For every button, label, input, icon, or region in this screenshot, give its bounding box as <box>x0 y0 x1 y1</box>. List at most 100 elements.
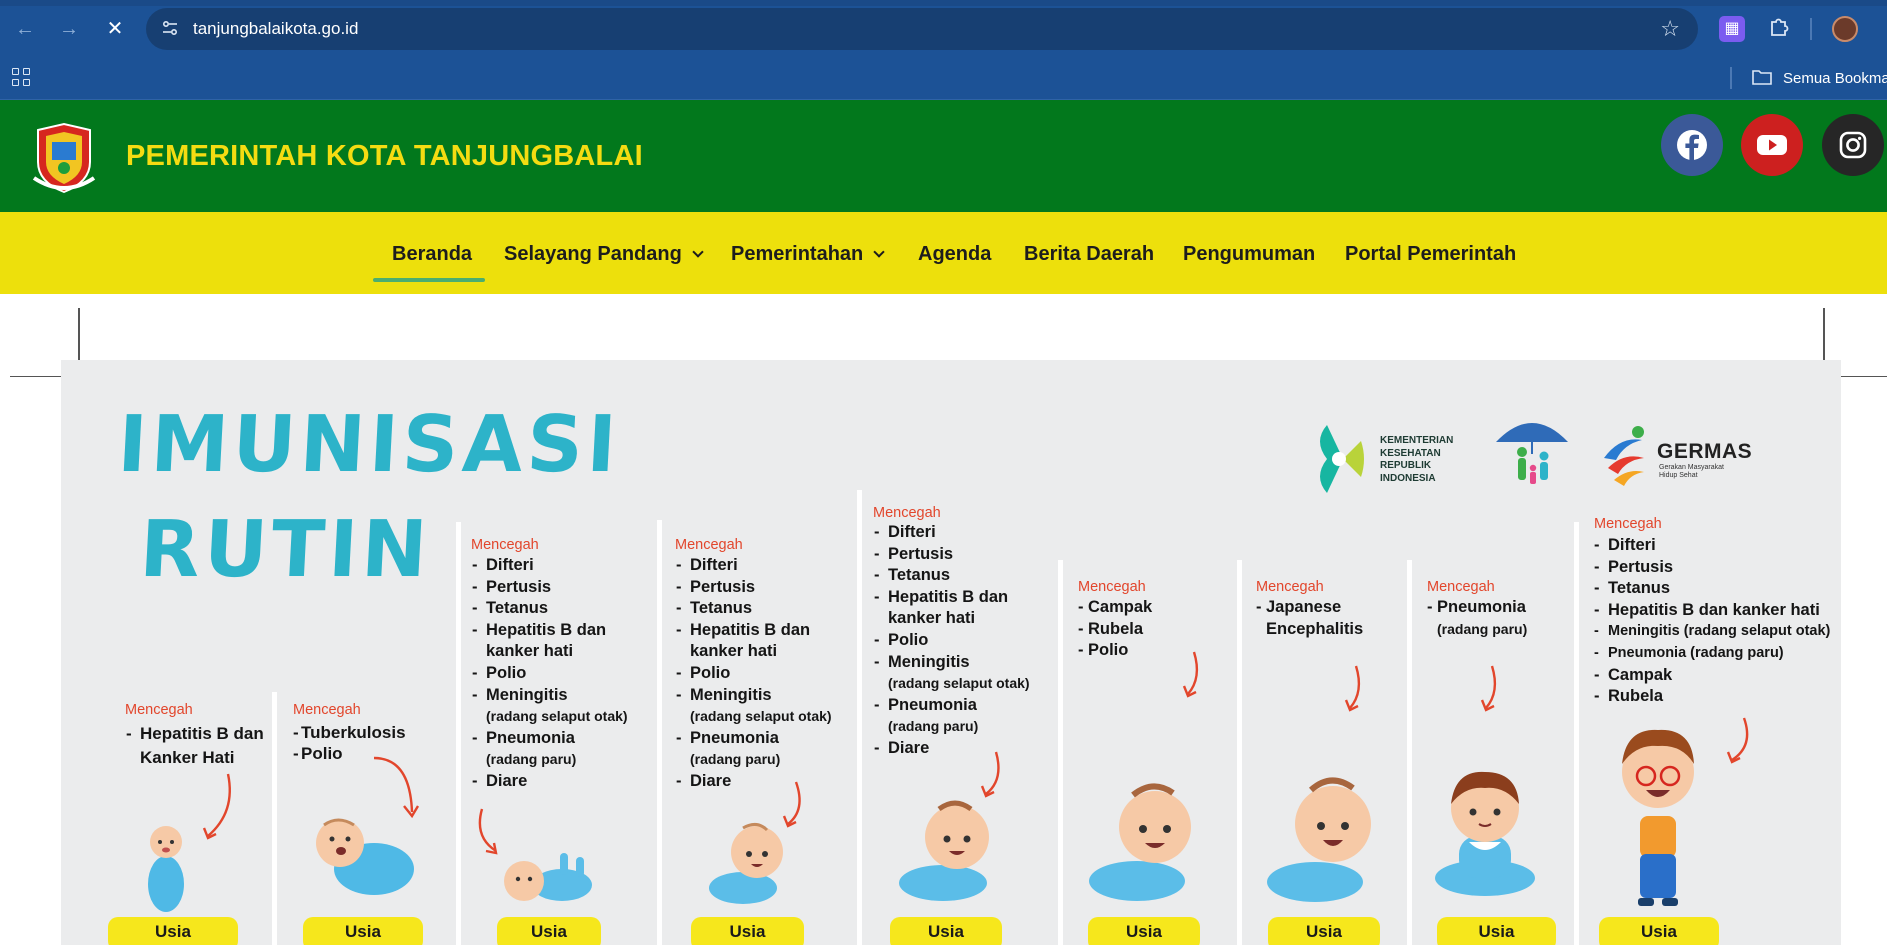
site-title[interactable]: PEMERINTAH KOTA TANJUNGBALAI <box>126 140 643 173</box>
facebook-button[interactable] <box>1661 114 1723 176</box>
prevent-item: Pneumonia(radang paru) <box>874 695 1030 738</box>
prevent-item: Pertusis <box>1594 557 1830 579</box>
usia-badge: Usia <box>1088 917 1200 945</box>
prevent-label: Mencegah <box>293 702 361 718</box>
column-divider <box>272 692 277 945</box>
browser-tab-strip <box>0 0 1887 6</box>
frame-line-left-h <box>10 376 66 377</box>
puzzle-extensions-icon[interactable] <box>1766 16 1792 42</box>
bookmarks-bar: Semua Bookma <box>0 58 1887 100</box>
prevent-item: Diare <box>472 771 628 793</box>
prevent-item: Hepatitis B dankanker hati <box>874 587 1030 630</box>
forward-arrow-icon[interactable]: → <box>54 14 84 44</box>
nav-item-pemerintahan[interactable]: Pemerintahan <box>731 242 885 266</box>
nav-item-berita-daerah[interactable]: Berita Daerah <box>1024 242 1154 266</box>
prevent-item: Pertusis <box>676 577 832 599</box>
instagram-icon <box>1839 131 1867 159</box>
germas-logo-text: GERMAS <box>1657 440 1753 463</box>
prevent-label: Mencegah <box>675 537 743 553</box>
extension-icon[interactable]: ▦ <box>1719 16 1745 42</box>
poster-title-line1: IMUNISASI <box>115 400 623 490</box>
prevent-item: Meningitis(radang selaput otak) <box>676 685 832 728</box>
prevent-item: Tetanus <box>1594 578 1830 600</box>
usia-badge: Usia <box>1599 917 1719 945</box>
usia-badge: Usia <box>497 917 601 945</box>
youtube-button[interactable] <box>1741 114 1803 176</box>
address-bar[interactable]: tanjungbalaikota.go.id ☆ <box>146 8 1698 50</box>
prevent-item: Meningitis (radang selaput otak) <box>1594 621 1830 643</box>
column-divider <box>1237 560 1242 945</box>
usia-badge: Usia <box>303 917 423 945</box>
prevent-item: Difteri <box>472 555 628 577</box>
usia-badge: Usia <box>1437 917 1556 945</box>
crawling-baby-illustration <box>1089 783 1191 901</box>
red-arrow-icon <box>1480 665 1497 712</box>
frame-line-right-h <box>1836 376 1887 377</box>
city-crest-logo[interactable] <box>32 122 96 194</box>
nav-item-pengumuman[interactable]: Pengumuman <box>1183 242 1315 266</box>
sitting-toddler-illustration <box>1435 771 1535 896</box>
column-divider <box>1574 522 1579 945</box>
folder-icon[interactable] <box>1752 69 1772 91</box>
prevent-item: Tetanus <box>874 565 1030 587</box>
site-settings-icon[interactable] <box>160 19 180 39</box>
back-arrow-icon[interactable]: ← <box>10 14 40 44</box>
prevent-item: Pneumonia(radang paru) <box>472 728 628 771</box>
stop-loading-icon[interactable]: ✕ <box>100 14 130 44</box>
red-arrow-icon <box>1344 665 1361 712</box>
prevent-item: Hepatitis B danKanker Hati <box>126 722 264 770</box>
usia-badge: Usia <box>108 917 238 945</box>
germas-logo-subtitle: Gerakan Masyarakat Hidup Sehat <box>1659 464 1724 479</box>
youtube-icon <box>1757 135 1787 155</box>
instagram-button[interactable] <box>1822 114 1884 176</box>
all-bookmarks-label[interactable]: Semua Bookma <box>1783 69 1887 89</box>
nav-item-portal-pemerintah[interactable]: Portal Pemerintah <box>1345 242 1516 266</box>
column-divider <box>657 520 662 945</box>
prevent-item: Hepatitis B dankanker hati <box>676 620 832 663</box>
prevent-item: Polio <box>874 630 1030 652</box>
prevent-label: Mencegah <box>1256 579 1324 595</box>
chevron-down-icon <box>873 246 885 258</box>
profile-avatar[interactable] <box>1832 16 1858 42</box>
prevent-list-col9: Difteri Pertusis Tetanus Hepatitis B dan… <box>1594 535 1830 708</box>
standing-child-illustration <box>1622 729 1694 906</box>
prevent-item: Campak <box>1594 665 1830 687</box>
usia-badge: Usia <box>691 917 804 945</box>
prevent-item: JapaneseEncephalitis <box>1256 597 1363 640</box>
frame-line-left <box>78 308 80 363</box>
prevent-item: Rubela <box>1078 619 1152 641</box>
kemenkes-logo-text: KEMENTERIAN KESEHATAN REPUBLIK INDONESIA <box>1380 435 1454 484</box>
prevent-list-col6: Campak Rubela Polio <box>1078 597 1152 662</box>
column-divider <box>857 490 862 945</box>
usia-badge: Usia <box>890 917 1002 945</box>
prevent-list-col3: Difteri Pertusis Tetanus Hepatitis B dan… <box>472 555 628 793</box>
red-arrow-icon <box>373 756 420 819</box>
puzzle-icon <box>1771 18 1789 36</box>
apps-grid-icon[interactable] <box>12 68 32 88</box>
prevent-item: Tetanus <box>472 598 628 620</box>
prevent-item: Meningitis(radang selaput otak) <box>472 685 628 728</box>
red-arrow-icon <box>202 773 231 840</box>
prevent-item: Difteri <box>874 522 1030 544</box>
prevent-item: Difteri <box>676 555 832 577</box>
crawling-baby-illustration <box>709 823 783 904</box>
nav-active-indicator <box>373 278 485 282</box>
prevent-label: Mencegah <box>1594 516 1662 532</box>
bookmark-star-icon[interactable]: ☆ <box>1660 17 1680 41</box>
usia-badge: Usia <box>1268 917 1380 945</box>
frame-line-right <box>1823 308 1825 363</box>
prevent-item: Hepatitis B dan kanker hati <box>1594 600 1830 622</box>
facebook-icon <box>1677 130 1707 160</box>
prevent-item: Campak <box>1078 597 1152 619</box>
nav-item-selayang-pandang[interactable]: Selayang Pandang <box>504 242 704 266</box>
nav-item-agenda[interactable]: Agenda <box>918 242 991 266</box>
prevent-list-col7: JapaneseEncephalitis <box>1256 597 1363 640</box>
address-url[interactable]: tanjungbalaikota.go.id <box>193 19 358 39</box>
prevent-item: Tetanus <box>676 598 832 620</box>
nav-item-beranda[interactable]: Beranda <box>392 242 472 266</box>
prevent-item: Polio <box>472 663 628 685</box>
bookmarks-separator <box>1730 67 1732 89</box>
prevent-item: Pneumonia(radang paru) <box>676 728 832 771</box>
kemenkes-logo-icon <box>1320 425 1364 493</box>
crawling-baby-illustration <box>899 800 989 901</box>
